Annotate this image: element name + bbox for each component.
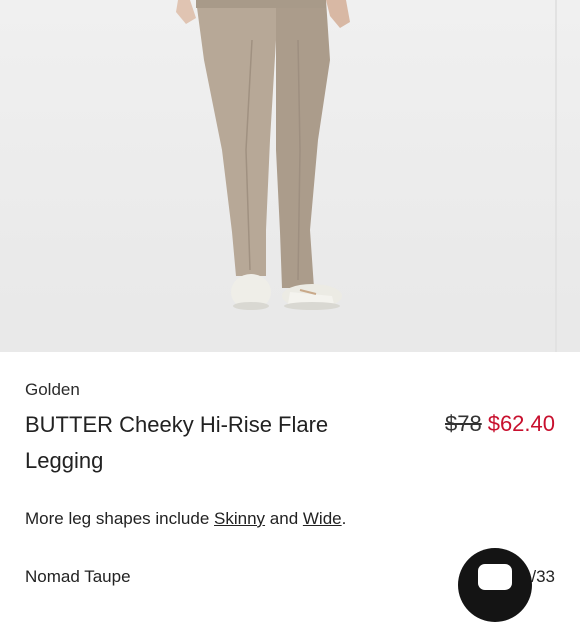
skinny-link[interactable]: Skinny <box>214 509 265 528</box>
chat-bubble-icon <box>478 564 512 590</box>
leg-shapes-suffix: . <box>341 509 347 528</box>
selected-color-name: Nomad Taupe <box>25 567 131 586</box>
model-photo <box>0 0 580 352</box>
product-brand: Golden <box>25 380 80 399</box>
sale-price: $62.40 <box>487 411 555 436</box>
leg-shapes-connector: and <box>269 509 299 528</box>
wide-link[interactable]: Wide <box>303 509 342 528</box>
leg-shapes-prefix: More leg shapes include <box>25 509 210 528</box>
original-price: $78 <box>444 411 482 436</box>
product-title: BUTTER Cheeky Hi-Rise Flare Legging <box>25 412 329 473</box>
chat-button[interactable] <box>458 548 532 622</box>
color-count: /33 <box>531 567 555 586</box>
product-image[interactable] <box>0 0 580 352</box>
product-price: $78 $62.40 <box>445 409 555 439</box>
leg-shapes-note: More leg shapes include Skinny and Wide. <box>25 509 346 529</box>
